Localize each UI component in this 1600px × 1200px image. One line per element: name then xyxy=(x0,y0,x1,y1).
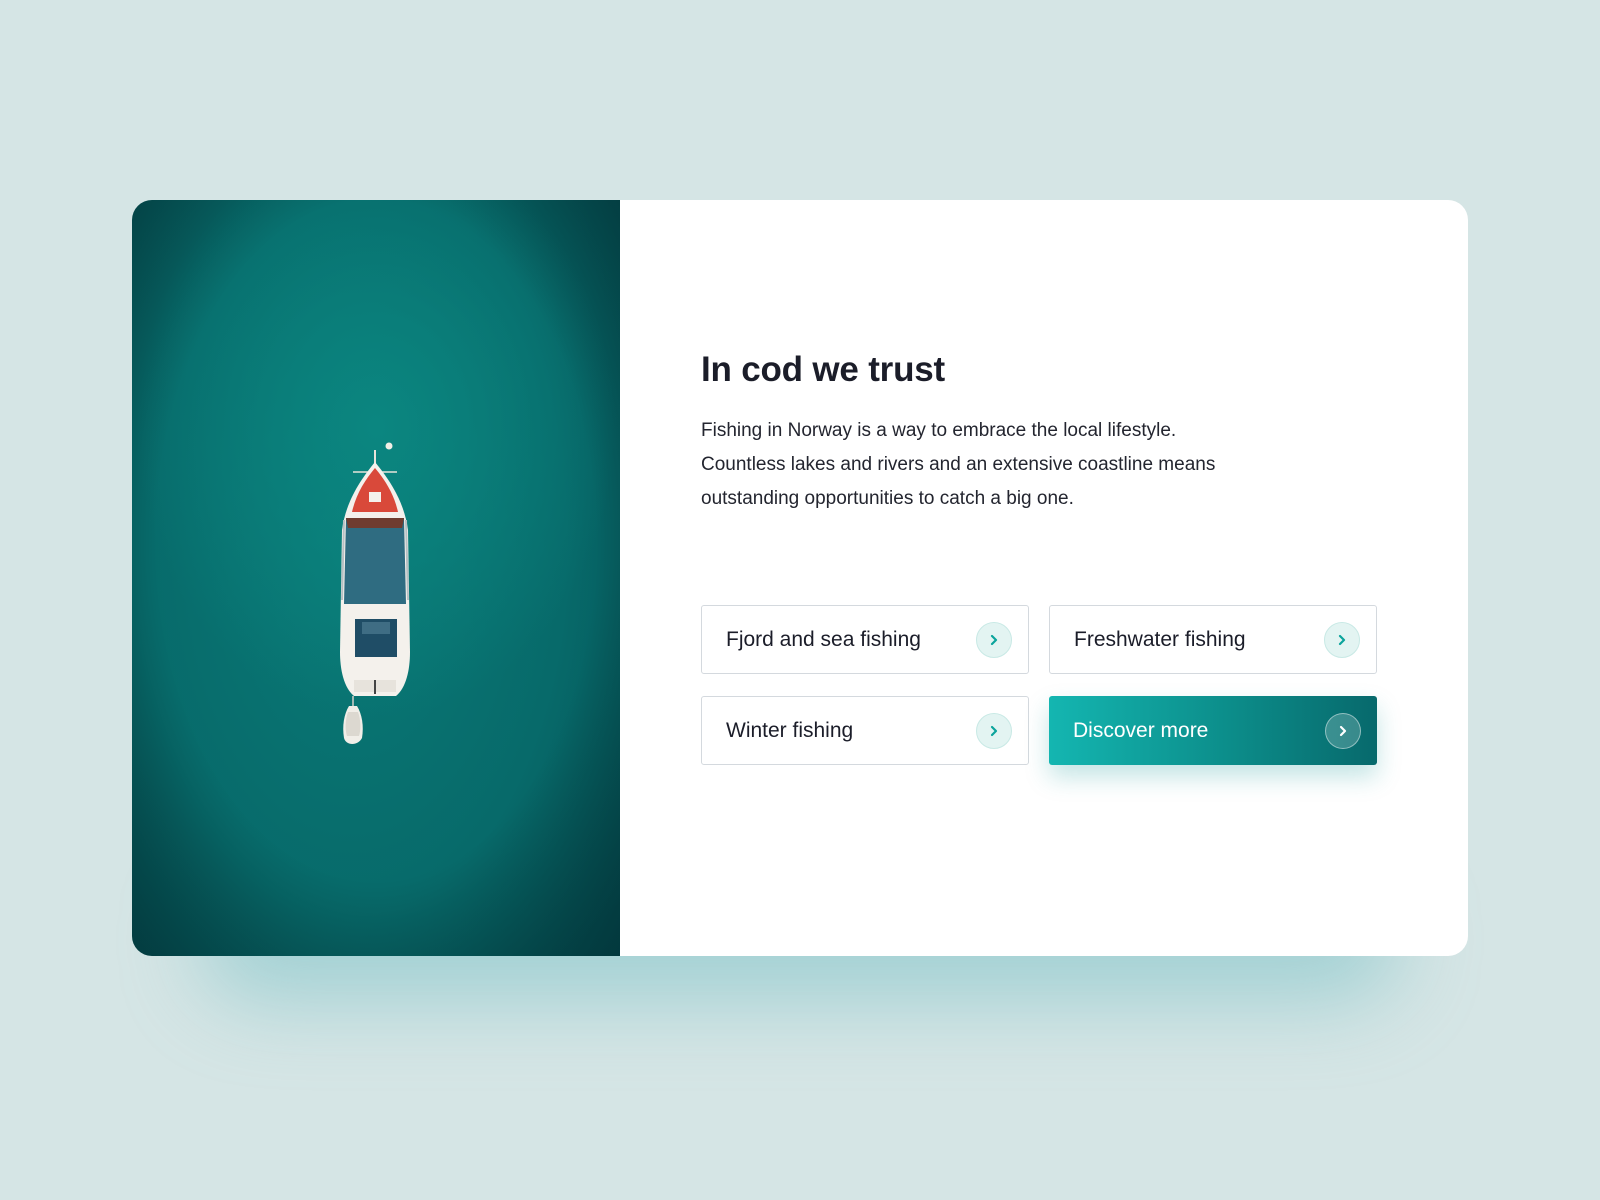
chevron-right-icon xyxy=(976,621,1012,658)
fjord-sea-fishing-button[interactable]: Fjord and sea fishing xyxy=(701,605,1029,674)
link-label: Discover more xyxy=(1073,718,1209,742)
chevron-right-icon xyxy=(1324,621,1360,658)
link-label: Freshwater fishing xyxy=(1074,627,1246,651)
hero-photo xyxy=(132,200,620,956)
link-label: Fjord and sea fishing xyxy=(726,627,921,651)
chevron-right-icon xyxy=(1325,712,1361,749)
description: Fishing in Norway is a way to embrace th… xyxy=(701,420,1216,509)
freshwater-fishing-button[interactable]: Freshwater fishing xyxy=(1049,605,1377,674)
link-grid: Fjord and sea fishing Freshwater fishing… xyxy=(701,605,1377,765)
chevron-right-icon xyxy=(976,712,1012,749)
content-panel: In cod we trust Fishing in Norway is a w… xyxy=(620,200,1468,956)
discover-more-button[interactable]: Discover more xyxy=(1049,696,1377,765)
promo-card: In cod we trust Fishing in Norway is a w… xyxy=(132,200,1468,956)
boat-image xyxy=(132,200,620,956)
winter-fishing-button[interactable]: Winter fishing xyxy=(701,696,1029,765)
link-label: Winter fishing xyxy=(726,718,854,742)
page-title: In cod we trust xyxy=(701,350,945,389)
